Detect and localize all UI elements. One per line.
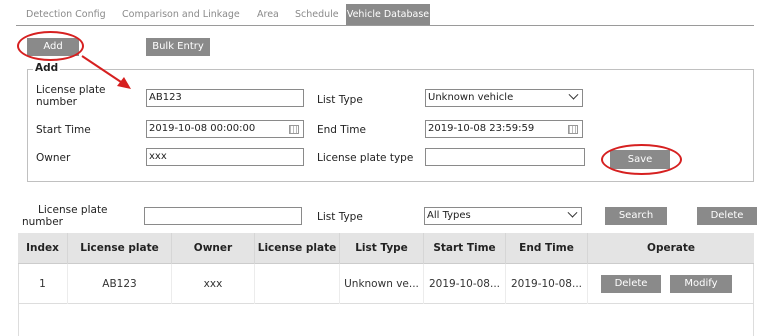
search-plate-label-line2: number	[22, 216, 63, 228]
table-header: Index License plate Owner License plate …	[18, 233, 754, 264]
header-list-type: List Type	[340, 233, 424, 264]
row-modify-button[interactable]: Modify	[670, 275, 732, 293]
cell-plate-type	[255, 264, 340, 304]
cell-license-plate: AB123	[68, 264, 172, 304]
table-row: 1 AB123 xxx Unknown ve... 2019-10-08... …	[18, 264, 754, 304]
cell-owner: xxx	[172, 264, 255, 304]
search-button[interactable]: Search	[605, 207, 667, 225]
delete-button[interactable]: Delete	[697, 207, 757, 225]
chevron-down-icon	[567, 208, 578, 218]
header-owner: Owner	[172, 233, 255, 264]
cell-start-time: 2019-10-08...	[424, 264, 506, 304]
cell-end-time: 2019-10-08...	[506, 264, 588, 304]
header-operate: Operate	[647, 242, 695, 254]
search-list-type-label: List Type	[317, 211, 363, 223]
header-license-plate-type: License plate	[255, 233, 340, 264]
header-license-plate: License plate	[68, 233, 172, 264]
search-plate-label-line1: License plate	[38, 204, 108, 216]
row-delete-button[interactable]: Delete	[601, 275, 661, 293]
search-list-type-select[interactable]: All Types	[424, 207, 582, 225]
cell-index: 1	[18, 264, 68, 304]
search-list-type-value: All Types	[427, 210, 471, 221]
cell-list-type: Unknown ve...	[340, 264, 424, 304]
header-index: Index	[18, 233, 68, 264]
header-start-time: Start Time	[424, 233, 506, 264]
search-plate-input[interactable]	[144, 207, 302, 225]
header-end-time: End Time	[506, 233, 588, 264]
